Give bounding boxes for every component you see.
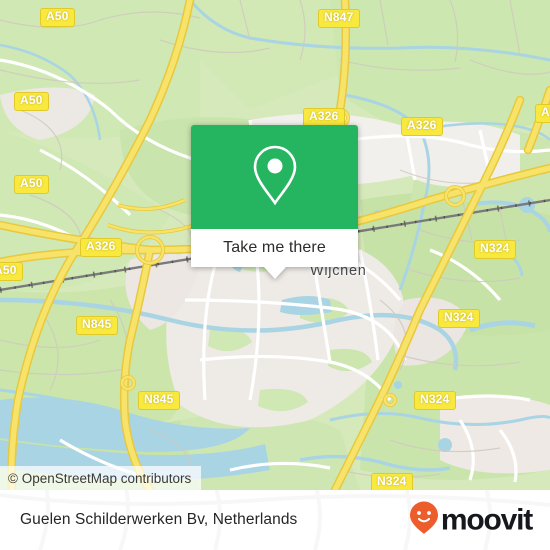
osm-attribution-text: © OpenStreetMap contributors xyxy=(8,470,192,486)
info-card-cta-area[interactable]: Take me there xyxy=(191,229,358,267)
footer-bar: Guelen Schilderwerken Bv, Netherlands mo… xyxy=(0,490,550,550)
road-shield-a326: A326 xyxy=(80,238,122,257)
road-shield-a50: A50 xyxy=(0,262,23,281)
take-me-there-label: Take me there xyxy=(223,239,326,256)
moovit-wordmark: moovit xyxy=(440,503,533,536)
moovit-logo[interactable]: moovit xyxy=(409,501,533,540)
location-pin-icon xyxy=(249,142,301,213)
road-shield-a50: A50 xyxy=(14,92,49,111)
road-shield-n847: N847 xyxy=(318,9,360,28)
road-shield-n324: N324 xyxy=(438,309,480,328)
info-card-image-area xyxy=(191,125,358,229)
road-shield-a50: A50 xyxy=(14,175,49,194)
road-shield-n324: N324 xyxy=(474,240,516,259)
road-shield-n845: N845 xyxy=(138,391,180,410)
moovit-pin-icon xyxy=(409,501,439,540)
moovit-map-page: Wijchen A50A50A50A50N847A326A326A73A326N… xyxy=(0,0,550,550)
road-shield-n845: N845 xyxy=(76,316,118,335)
road-shield-a326: A326 xyxy=(401,117,443,136)
road-shield-n324: N324 xyxy=(414,391,456,410)
osm-attribution[interactable]: © OpenStreetMap contributors xyxy=(0,466,202,490)
map-canvas[interactable]: Wijchen A50A50A50A50N847A326A326A73A326N… xyxy=(0,0,550,490)
location-info-card[interactable]: Take me there xyxy=(191,125,358,279)
road-shield-a73: A73 xyxy=(535,104,550,123)
road-shield-a50: A50 xyxy=(40,8,75,27)
info-card-pointer-tail xyxy=(263,267,286,279)
road-shield-n324: N324 xyxy=(371,473,413,490)
road-shield-a326: A326 xyxy=(303,108,345,127)
location-title: Guelen Schilderwerken Bv, Netherlands xyxy=(20,511,298,528)
